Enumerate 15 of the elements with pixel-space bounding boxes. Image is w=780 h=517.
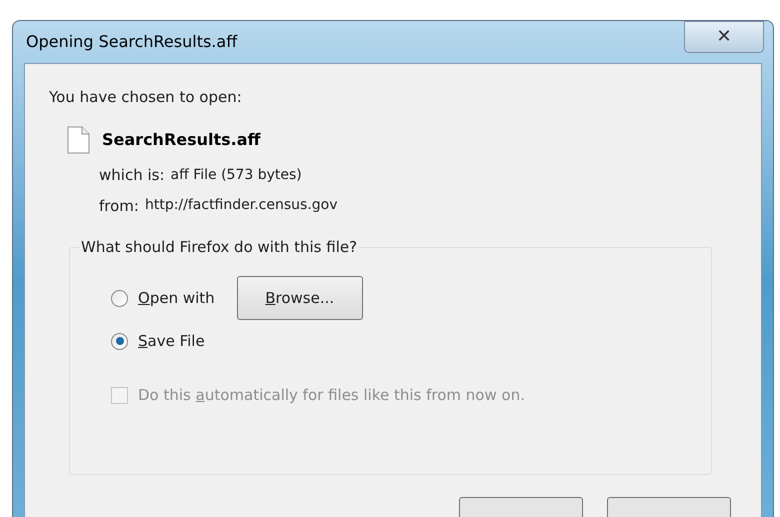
detail-value: http://factfinder.census.gov bbox=[144, 196, 338, 216]
file-name: SearchResults.aff bbox=[102, 129, 261, 151]
intro-text: You have chosen to open: bbox=[49, 86, 243, 108]
document-icon bbox=[67, 126, 90, 154]
window-title: Opening SearchResults.aff bbox=[26, 30, 238, 53]
close-button[interactable]: ✕ bbox=[684, 21, 764, 53]
detail-label: which is: bbox=[99, 165, 165, 186]
option-label: Save File bbox=[138, 330, 205, 352]
radio-button[interactable] bbox=[111, 290, 128, 306]
radio-button[interactable] bbox=[111, 332, 128, 350]
option-label: Do this automatically for files like this from now on. bbox=[138, 384, 525, 406]
option-label: Open with bbox=[138, 288, 215, 309]
browse-button[interactable]: Browse... bbox=[236, 276, 363, 320]
detail-value: aff File (573 bytes) bbox=[170, 166, 302, 185]
detail-label: from: bbox=[99, 196, 139, 216]
